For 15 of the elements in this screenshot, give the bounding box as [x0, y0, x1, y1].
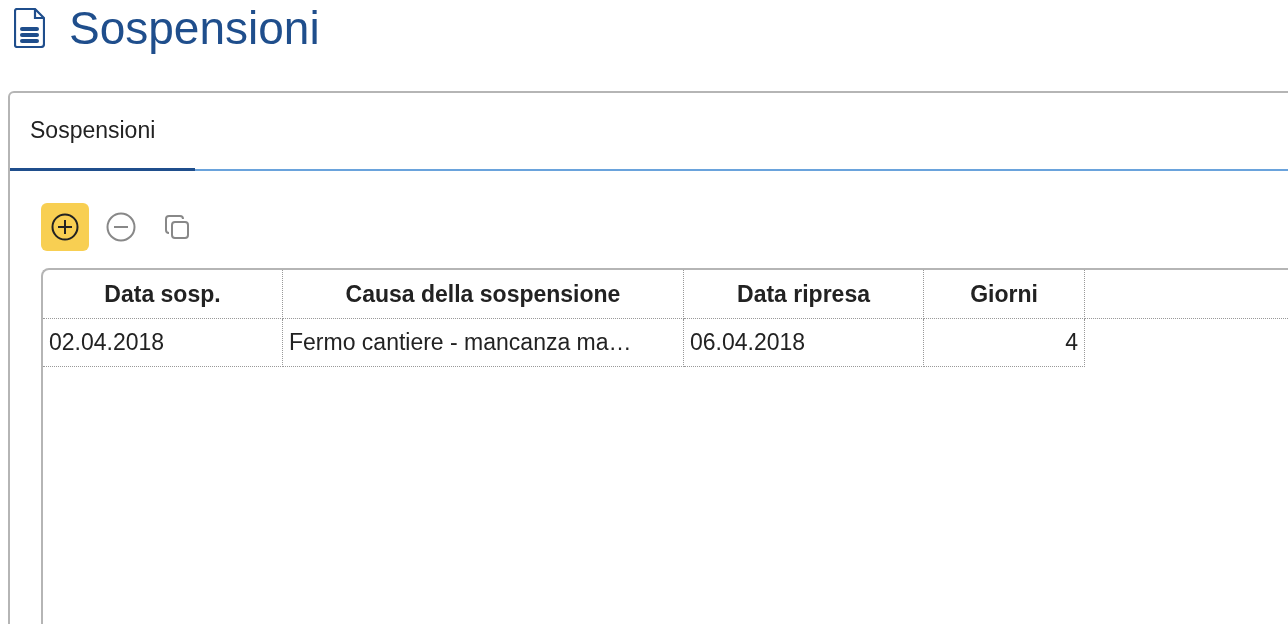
column-header[interactable]: Causa della sospensione	[283, 270, 684, 319]
column-header[interactable]: Data sosp.	[43, 270, 283, 319]
tab[interactable]: Sospensioni	[10, 93, 195, 171]
copy-icon	[163, 213, 191, 241]
minus-circle-icon	[106, 212, 136, 242]
table-cell: Fermo cantiere - mancanza ma…	[283, 319, 684, 367]
column-header[interactable]: Data ripresa	[684, 270, 924, 319]
page-title: Sospensioni	[69, 1, 320, 55]
plus-circle-icon	[51, 213, 79, 241]
add-button[interactable]	[41, 203, 89, 251]
table-cell: 02.04.2018	[43, 319, 283, 367]
column-header[interactable]: Giorni	[924, 270, 1085, 319]
table-cell: 06.04.2018	[684, 319, 924, 367]
table-cell: 4	[924, 319, 1085, 367]
document-icon	[14, 8, 45, 48]
